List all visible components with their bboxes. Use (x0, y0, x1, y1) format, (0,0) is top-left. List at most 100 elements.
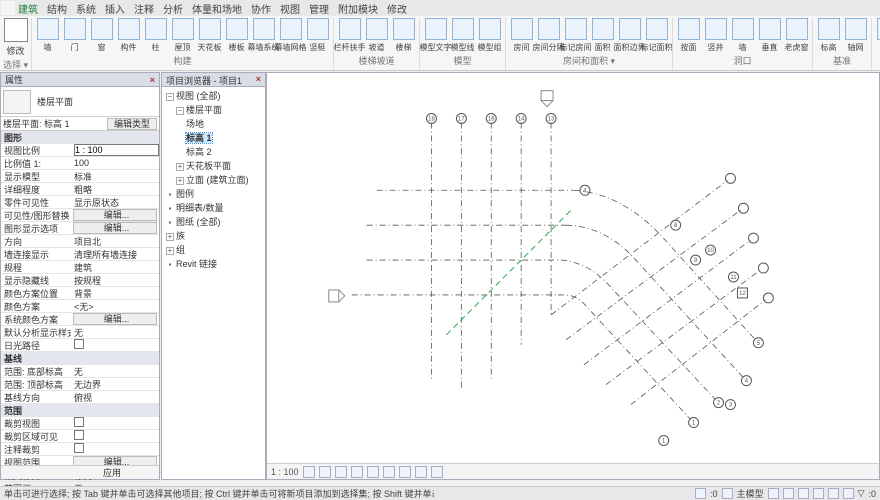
sun-path-icon[interactable] (335, 466, 347, 478)
ribbon-墙[interactable]: 墙 (729, 18, 756, 53)
shadows-icon[interactable] (351, 466, 363, 478)
workset-icon[interactable] (722, 488, 733, 499)
prop-显示模型[interactable]: 显示模型标准 (1, 170, 159, 183)
edit-type-button[interactable]: 编辑类型 (107, 118, 157, 130)
ribbon-标高[interactable]: 标高 (815, 18, 842, 53)
ribbon-按面[interactable]: 按面 (675, 18, 702, 53)
tree-item[interactable]: ▪明细表/数量 (162, 201, 265, 215)
ribbon-面积边界[interactable]: 面积边界 (616, 18, 643, 53)
worksets-icon[interactable] (431, 466, 443, 478)
prop-颜色方案位置[interactable]: 颜色方案位置背景 (1, 287, 159, 300)
instance-filter[interactable]: 楼层平面: 标高 1 (3, 117, 70, 130)
view-canvas[interactable]: 18 17 16 14 13 4 8 9 10 11 12 5 4 3 2 1 (266, 72, 880, 480)
ribbon-柱[interactable]: 柱 (142, 18, 169, 53)
tree-item[interactable]: +族 (162, 229, 265, 243)
ribbon-垂直[interactable]: 垂直 (756, 18, 783, 53)
select-links-icon[interactable] (783, 488, 794, 499)
prop-注释裁剪[interactable]: 注释裁剪 (1, 443, 159, 456)
ribbon-栏杆扶手[interactable]: 栏杆扶手 (336, 18, 363, 53)
ribbon-房间[interactable]: 房间 (508, 18, 535, 53)
ribbon-老虎窗[interactable]: 老虎窗 (783, 18, 810, 53)
ribbon-窗[interactable]: 窗 (88, 18, 115, 53)
prop-裁剪区域可见[interactable]: 裁剪区域可见 (1, 430, 159, 443)
menu-修改[interactable]: 修改 (387, 1, 407, 16)
ribbon-轴网[interactable]: 轴网 (842, 18, 869, 53)
prop-范围: 顶部标高[interactable]: 范围: 顶部标高无边界 (1, 378, 159, 391)
ribbon-楼梯[interactable]: 楼梯 (390, 18, 417, 53)
close-icon[interactable]: × (256, 74, 261, 85)
view-scale[interactable]: 1 : 100 (271, 467, 299, 477)
prop-比例值 1:[interactable]: 比例值 1:100 (1, 157, 159, 170)
ribbon-房间分隔[interactable]: 房间分隔 (535, 18, 562, 53)
menu-视图[interactable]: 视图 (280, 1, 300, 16)
drag-elements-icon[interactable] (843, 488, 854, 499)
ribbon-坡道[interactable]: 坡道 (363, 18, 390, 53)
tree-item[interactable]: −楼层平面 (162, 103, 265, 117)
ribbon-标记房间[interactable]: 标记房间 (562, 18, 589, 53)
prop-可见性/图形替换[interactable]: 可见性/图形替换编辑... (1, 209, 159, 222)
menu-结构[interactable]: 结构 (47, 1, 67, 16)
status-model[interactable]: 主模型 (737, 487, 764, 500)
ribbon-屋顶[interactable]: 屋顶 (169, 18, 196, 53)
tree-item[interactable]: −视图 (全部) (162, 89, 265, 103)
reveal-hidden-icon[interactable] (415, 466, 427, 478)
status-icon[interactable] (695, 488, 706, 499)
select-underlay-icon[interactable] (798, 488, 809, 499)
select-face-icon[interactable] (828, 488, 839, 499)
modify-button[interactable]: 修改 (2, 18, 29, 57)
prop-范围: 底部标高[interactable]: 范围: 底部标高无 (1, 365, 159, 378)
prop-裁剪视图[interactable]: 裁剪视图 (1, 417, 159, 430)
prop-图形显示选项[interactable]: 图形显示选项编辑... (1, 222, 159, 235)
prop-方向[interactable]: 方向项目北 (1, 235, 159, 248)
select-pinned-icon[interactable] (813, 488, 824, 499)
menu-附加模块[interactable]: 附加模块 (338, 1, 378, 16)
detail-level-icon[interactable] (303, 466, 315, 478)
menu-建筑[interactable]: 建筑 (18, 1, 38, 16)
prop-颜色方案[interactable]: 颜色方案<无> (1, 300, 159, 313)
ribbon-墙[interactable]: 墙 (34, 18, 61, 53)
prop-零件可见性[interactable]: 零件可见性显示原状态 (1, 196, 159, 209)
tree-item[interactable]: +天花板平面 (162, 159, 265, 173)
tree-item[interactable]: ▪图例 (162, 187, 265, 201)
prop-日光路径[interactable]: 日光路径 (1, 339, 159, 352)
select-dropdown[interactable]: 选择 ▾ (3, 58, 28, 71)
ribbon-门[interactable]: 门 (61, 18, 88, 53)
apply-button[interactable]: 应用 (103, 466, 153, 479)
menu-分析[interactable]: 分析 (163, 1, 183, 16)
type-selector[interactable]: 楼层平面 (1, 87, 159, 117)
ribbon-模型文字[interactable]: 模型文字 (422, 18, 449, 53)
ribbon-幕墙网格[interactable]: 幕墙网格 (277, 18, 304, 53)
ribbon-标记面积[interactable]: 标记面积 (643, 18, 670, 53)
visual-style-icon[interactable] (319, 466, 331, 478)
ribbon-模型组[interactable]: 模型组 (476, 18, 503, 53)
prop-默认分析显示样式[interactable]: 默认分析显示样式无 (1, 326, 159, 339)
prop-详细程度[interactable]: 详细程度粗略 (1, 183, 159, 196)
ribbon-天花板[interactable]: 天花板 (196, 18, 223, 53)
tree-item[interactable]: +立面 (建筑立面) (162, 173, 265, 187)
tree-item[interactable]: +组 (162, 243, 265, 257)
tree-item[interactable]: 场地 (162, 117, 265, 131)
tree-item[interactable]: 标高 1 (162, 131, 265, 145)
ribbon-构件[interactable]: 构件 (115, 18, 142, 53)
ribbon-竖梃[interactable]: 竖梃 (304, 18, 331, 53)
prop-视图比例[interactable]: 视图比例 (1, 144, 159, 157)
menu-注释[interactable]: 注释 (134, 1, 154, 16)
hide-isolate-icon[interactable] (399, 466, 411, 478)
crop-icon[interactable] (367, 466, 379, 478)
prop-规程[interactable]: 规程建筑 (1, 261, 159, 274)
prop-墙连接显示[interactable]: 墙连接显示清理所有墙连接 (1, 248, 159, 261)
ribbon-设置[interactable]: 设置 (874, 18, 880, 53)
close-icon[interactable]: × (150, 75, 155, 85)
menu-插入[interactable]: 插入 (105, 1, 125, 16)
menu-协作[interactable]: 协作 (251, 1, 271, 16)
ribbon-竖井[interactable]: 竖井 (702, 18, 729, 53)
tree-item[interactable]: ▪图纸 (全部) (162, 215, 265, 229)
tree-item[interactable]: 标高 2 (162, 145, 265, 159)
filter-icon[interactable] (768, 488, 779, 499)
prop-显示隐藏线[interactable]: 显示隐藏线按规程 (1, 274, 159, 287)
menu-系统[interactable]: 系统 (76, 1, 96, 16)
ribbon-模型线[interactable]: 模型线 (449, 18, 476, 53)
ribbon-幕墙系统[interactable]: 幕墙系统 (250, 18, 277, 53)
menu-体量和场地[interactable]: 体量和场地 (192, 1, 242, 16)
ribbon-面积[interactable]: 面积 (589, 18, 616, 53)
